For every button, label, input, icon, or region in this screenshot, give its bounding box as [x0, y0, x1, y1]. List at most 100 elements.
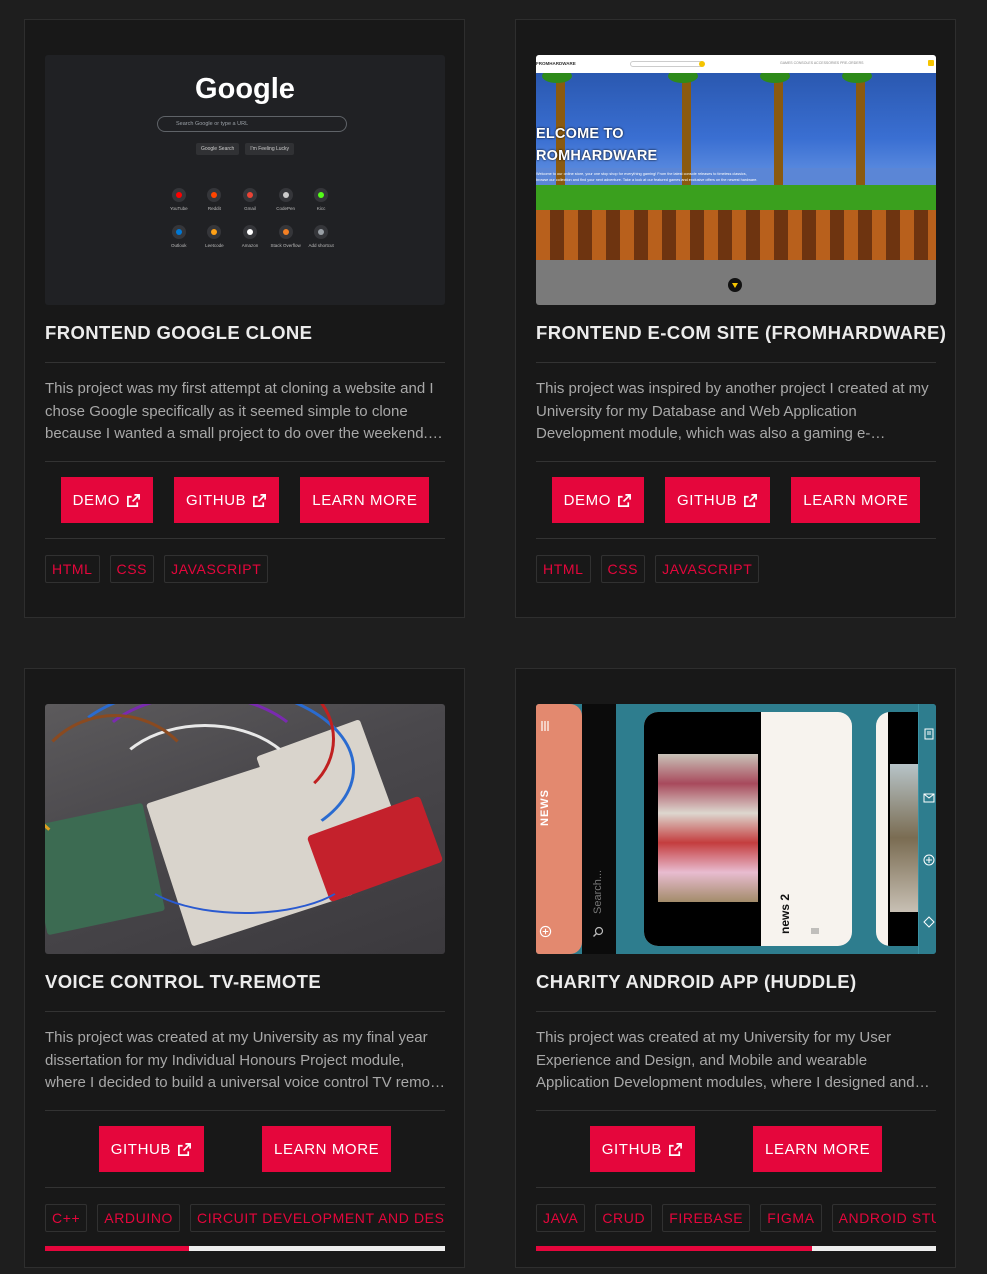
menu-icon — [541, 721, 549, 731]
shortcut-tile: Add shortcut — [303, 225, 339, 248]
mail-icon — [923, 793, 935, 803]
site-search-bar — [630, 61, 704, 67]
shortcut-label: Reddit — [207, 206, 221, 211]
divider — [536, 362, 936, 363]
project-description: This project was my first attempt at clo… — [45, 380, 437, 442]
google-search-bar: Search Google or type a URL — [157, 116, 347, 132]
learn-more-button[interactable]: LEARN MORE — [753, 1126, 883, 1172]
account-icon — [928, 60, 934, 66]
divider — [536, 1110, 936, 1111]
tags-scrollbar[interactable] — [536, 1246, 936, 1251]
tag: C++ — [45, 1204, 88, 1232]
external-link-icon — [618, 493, 631, 507]
shortcut-icon — [314, 225, 329, 239]
shortcut-label: CodePen — [276, 206, 295, 211]
tag: ARDUINO — [97, 1204, 181, 1232]
tag-icon — [923, 916, 935, 928]
shortcut-label: YouTube — [169, 206, 188, 211]
github-button[interactable]: GITHUB — [664, 477, 771, 523]
hero-heading: ELCOME TO ROMHARDWARE — [536, 126, 658, 164]
divider — [536, 538, 936, 539]
shortcut-icon — [242, 188, 257, 202]
demo-button[interactable]: DEMO — [60, 477, 153, 523]
tag: ANDROID STUDIO — [831, 1204, 936, 1232]
tag-list[interactable]: C++ ARDUINO CIRCUIT DEVELOPMENT AND DESI… — [45, 1204, 445, 1232]
shortcut-icon — [207, 188, 222, 202]
project-description: This project was inspired by another pro… — [536, 380, 929, 442]
learn-more-button[interactable]: LEARN MORE — [791, 477, 921, 523]
project-thumbnail-google-clone: Google Search Google or type a URL Googl… — [45, 55, 445, 305]
project-card-charity-app: NEWS Search... news 2 CHARITY ANDROID AP… — [515, 668, 956, 1268]
google-logo: Google — [195, 73, 295, 105]
shortcut-label: Stack Overflow — [270, 243, 301, 248]
search-placeholder: Search... — [592, 869, 604, 914]
tag: FIREBASE — [662, 1204, 751, 1232]
project-description: This project was created at my Universit… — [536, 1029, 915, 1091]
project-card-ecom-site: FROMHARDWARE GAMES CONSOLES ACCESSORIES … — [515, 19, 956, 618]
scrollbar-thumb[interactable] — [536, 1246, 812, 1251]
learn-more-button[interactable]: LEARN MORE — [262, 1126, 392, 1172]
project-title: FRONTEND E-COM SITE (FROMHARDWARE) — [536, 322, 947, 343]
tag: CSS — [109, 555, 155, 583]
feeling-lucky-button: I'm Feeling Lucky — [245, 143, 295, 155]
search-panel: Search... — [582, 704, 616, 954]
shortcut-label: Add shortcut — [308, 243, 334, 248]
add-circle-icon — [923, 854, 935, 866]
action-rail — [918, 704, 936, 954]
news-label: NEWS — [539, 789, 551, 826]
shortcut-label: Amazon — [241, 243, 259, 248]
add-circle-icon — [539, 925, 552, 938]
site-navbar: FROMHARDWARE GAMES CONSOLES ACCESSORIES … — [536, 55, 936, 73]
shortcut-icon — [171, 188, 186, 202]
news-card: news 2 — [644, 712, 852, 946]
project-thumbnail-ecom-site: FROMHARDWARE GAMES CONSOLES ACCESSORIES … — [536, 55, 936, 305]
divider — [45, 362, 445, 363]
shortcut-tile: Amazon — [232, 225, 268, 248]
learn-more-button[interactable]: LEARN MORE — [300, 477, 430, 523]
side-drawer: NEWS — [536, 704, 582, 954]
tag: CRUD — [595, 1204, 653, 1232]
external-link-icon — [127, 493, 140, 507]
tag-list[interactable]: JAVA CRUD FIREBASE FIGMA ANDROID STUDIO — [536, 1204, 936, 1232]
shortcut-tile: Reddit — [197, 188, 233, 211]
shortcut-tile: Outlook — [161, 225, 197, 248]
github-button[interactable]: GITHUB — [98, 1126, 205, 1172]
github-button[interactable]: GITHUB — [589, 1126, 696, 1172]
project-card-voice-remote: VOICE CONTROL TV-REMOTE This project was… — [24, 668, 465, 1268]
site-brand: FROMHARDWARE — [536, 61, 576, 66]
tag: JAVASCRIPT — [164, 555, 269, 583]
tag: CSS — [600, 555, 646, 583]
news-card-label: news 2 — [778, 893, 792, 934]
divider — [536, 461, 936, 462]
external-link-icon — [744, 493, 758, 507]
github-button[interactable]: GITHUB — [173, 477, 280, 523]
scrollbar-thumb[interactable] — [45, 1246, 189, 1251]
site-nav-links: GAMES CONSOLES ACCESSORIES PRE-ORDERS — [780, 61, 864, 65]
search-icon — [699, 61, 705, 67]
shortcut-tile: Stack Overflow — [268, 225, 304, 248]
project-card-google-clone: Google Search Google or type a URL Googl… — [24, 19, 465, 618]
shortcut-tile: YouTube — [161, 188, 197, 211]
tag: JAVA — [536, 1204, 586, 1232]
shortcut-tile: Leetcode — [197, 225, 233, 248]
shortcut-label: Outlook — [171, 243, 187, 248]
menu-icon — [811, 928, 819, 934]
scroll-down-icon — [728, 278, 742, 292]
news-photo — [658, 754, 758, 902]
shortcut-icon — [207, 225, 222, 239]
divider — [45, 1187, 445, 1188]
shortcut-icon — [171, 225, 186, 239]
demo-button[interactable]: DEMO — [551, 477, 644, 523]
shortcut-icon — [314, 188, 329, 202]
divider — [536, 1187, 936, 1188]
project-thumbnail-voice-remote — [45, 704, 445, 954]
tags-scrollbar[interactable] — [45, 1246, 445, 1251]
tag: JAVASCRIPT — [655, 555, 760, 583]
shortcut-label: Kicc — [316, 206, 326, 211]
shortcut-tile: CodePen — [268, 188, 304, 211]
divider — [45, 1011, 445, 1012]
shortcut-icon — [242, 225, 257, 239]
divider — [45, 461, 445, 462]
hero-paragraph: Welcome to our online store, your one st… — [536, 172, 758, 182]
external-link-icon — [178, 1142, 192, 1156]
